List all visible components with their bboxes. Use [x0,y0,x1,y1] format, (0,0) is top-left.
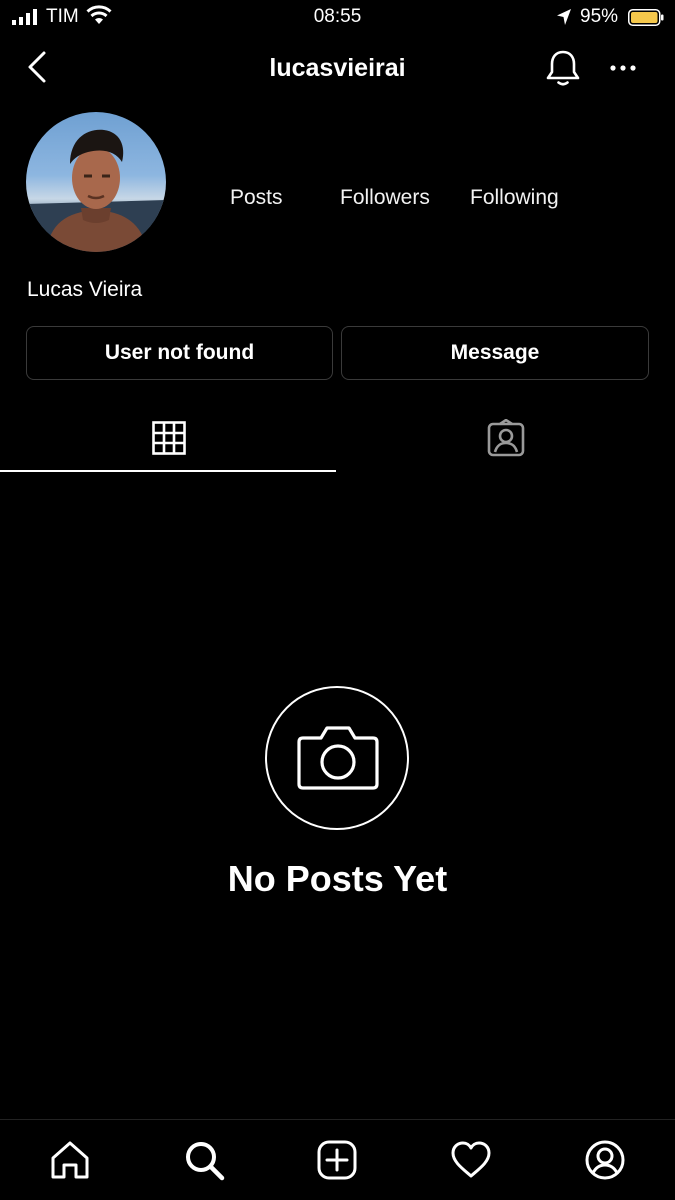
profile-icon[interactable] [583,1138,627,1182]
avatar[interactable] [26,112,166,252]
location-arrow-icon [557,9,571,25]
heart-icon[interactable] [449,1138,493,1182]
display-name: Lucas Vieira [27,278,143,301]
battery-percentage: 95% [580,6,619,27]
active-tab-indicator [0,470,336,472]
avatar-photo [26,129,166,252]
bottom-nav-divider [0,1119,675,1120]
bell-icon[interactable] [544,48,582,88]
message-button[interactable]: Message [341,326,649,380]
tagged-icon[interactable] [487,419,525,457]
grid-icon[interactable] [152,421,186,455]
status-bar: TIM 08:55 95% [0,0,675,36]
clock: 08:55 [313,6,362,27]
add-icon[interactable] [315,1138,359,1182]
following-stat[interactable]: Following [470,186,559,210]
user-not-found-button[interactable]: User not found [26,326,333,380]
camera-icon [297,726,379,790]
more-options-icon[interactable] [609,60,637,76]
home-icon[interactable] [48,1138,92,1182]
search-icon[interactable] [182,1138,226,1182]
empty-state-title: No Posts Yet [227,858,448,899]
battery-icon [628,9,664,26]
posts-stat[interactable]: Posts [230,186,283,210]
followers-stat[interactable]: Followers [340,186,430,210]
